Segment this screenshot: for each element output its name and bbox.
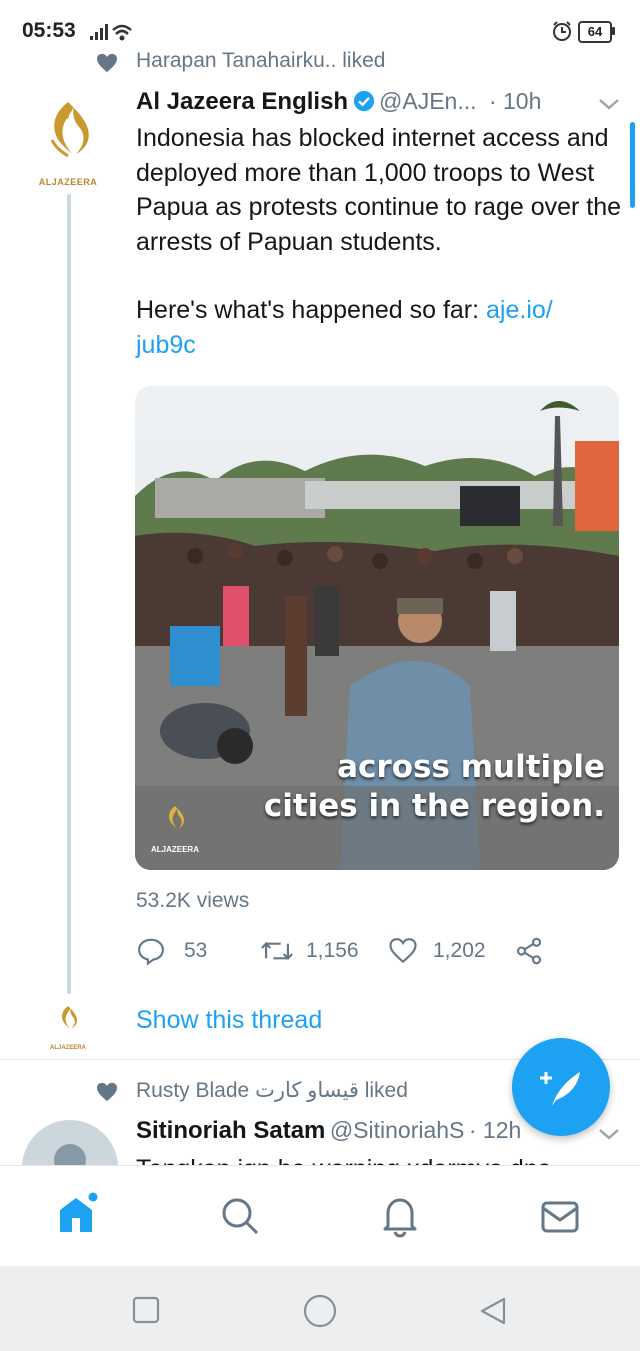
like-button[interactable]: 1,202 <box>388 936 486 971</box>
tweet-header: Al Jazeera English @AJEn... · 10h <box>136 88 541 116</box>
chevron-down-icon[interactable] <box>597 1126 621 1142</box>
show-thread-link[interactable]: Show this thread <box>136 1006 322 1035</box>
video-caption: across multiple cities in the region. <box>135 748 605 826</box>
reply-button[interactable]: 53 <box>136 936 207 971</box>
home-icon <box>60 1192 98 1232</box>
default-avatar-icon <box>22 1120 118 1166</box>
display-name[interactable]: Al Jazeera English <box>136 88 348 115</box>
chevron-down-icon[interactable] <box>597 96 621 112</box>
share-icon[interactable] <box>514 936 544 966</box>
aljazeera-logo-icon <box>50 102 89 158</box>
tab-notifications[interactable] <box>380 1194 420 1243</box>
like-icon <box>389 938 417 964</box>
battery-indicator: 64 <box>578 21 612 43</box>
system-nav-bar <box>0 1266 640 1351</box>
tab-search[interactable] <box>220 1196 260 1241</box>
reply-count: 53 <box>184 939 208 962</box>
avatar-label: ALJAZEERA <box>38 177 98 187</box>
battery-tip <box>612 27 615 35</box>
tweet-video[interactable]: across multiple cities in the region. AL… <box>135 386 619 870</box>
avatar[interactable] <box>22 1120 118 1166</box>
heart-icon <box>97 1082 117 1102</box>
status-time: 05:53 <box>22 19 76 42</box>
like-count: 1,202 <box>433 939 486 962</box>
scroll-thumb[interactable] <box>630 122 635 208</box>
view-count: 53.2K views <box>136 889 250 912</box>
compose-icon <box>540 1072 580 1106</box>
tweet-actions: 53 1,156 1,202 <box>136 936 576 968</box>
thread-line <box>67 194 71 994</box>
home-circle-icon[interactable] <box>303 1294 337 1328</box>
notifications-icon <box>383 1198 417 1238</box>
tweet-text-clip: Tengkan ign ha warning xdarmya dna <box>136 1152 616 1165</box>
search-icon <box>222 1198 259 1235</box>
tweet-link-continued[interactable]: jub9c <box>136 331 196 359</box>
avatar[interactable]: ALJAZEERA <box>22 92 114 192</box>
signal-wifi-icon <box>90 24 132 41</box>
tweet-text-paragraph: Here's what's happened so far: aje.io/ j… <box>136 293 626 362</box>
tweet-header: Sitinoriah Satam @SitinoriahS · 12h <box>136 1117 576 1145</box>
tweet-text-link-prefix: Here's what's happened so far: <box>136 296 487 324</box>
status-bar: 05:53 64 <box>0 0 640 48</box>
messages-icon <box>541 1201 579 1233</box>
compose-tweet-button[interactable] <box>512 1038 610 1136</box>
aljazeera-logo-icon <box>169 805 185 829</box>
reply-icon <box>138 938 164 966</box>
video-caption-line: cities in the region. <box>263 788 605 824</box>
tab-home[interactable] <box>52 1192 100 1241</box>
tweet-text: Indonesia has blocked internet access an… <box>136 121 626 362</box>
tweet-link[interactable]: aje.io/ <box>486 296 553 324</box>
video-watermark: ALJAZEERA <box>145 798 205 854</box>
tweet-time: · 10h <box>488 88 542 114</box>
tweet-text: Tengkan ign ha warning xdarmya dna <box>136 1152 616 1165</box>
verified-icon <box>353 90 374 112</box>
display-name[interactable]: Sitinoriah Satam <box>136 1117 325 1144</box>
social-context[interactable]: Harapan Tanahairku.. liked <box>136 49 385 73</box>
retweet-icon <box>261 942 293 960</box>
video-caption-line: across multiple <box>337 749 605 785</box>
recents-icon[interactable] <box>132 1296 160 1324</box>
social-context[interactable]: Rusty Blade قيساو كارت liked <box>136 1078 408 1103</box>
watermark-label: ALJAZEERA <box>150 845 199 854</box>
tab-messages[interactable] <box>540 1200 580 1239</box>
heart-icon <box>97 53 117 73</box>
tweet-text-paragraph: Indonesia has blocked internet access an… <box>136 124 622 256</box>
back-icon[interactable] <box>478 1296 508 1326</box>
alarm-icon <box>553 21 571 41</box>
thread-avatar[interactable]: ALJAZEERA <box>40 998 96 1051</box>
retweet-button[interactable]: 1,156 <box>260 936 359 971</box>
retweet-count: 1,156 <box>306 939 359 962</box>
aljazeera-logo-icon <box>62 1005 78 1029</box>
bottom-nav <box>0 1166 640 1266</box>
handle[interactable]: @AJEn... <box>379 88 477 114</box>
handle[interactable]: @SitinoriahS <box>330 1117 465 1143</box>
avatar-label: ALJAZEERA <box>49 1045 86 1051</box>
tweet-time: · 12h <box>468 1117 522 1143</box>
